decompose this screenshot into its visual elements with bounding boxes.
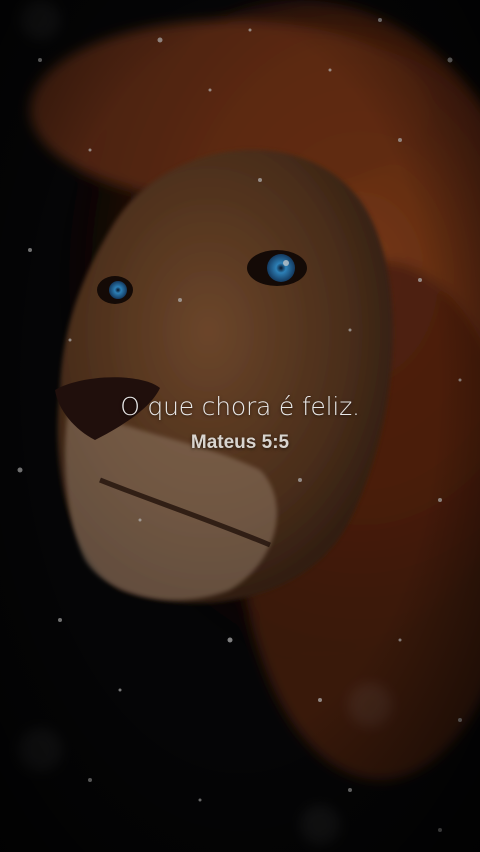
verse-text: O que chora é feliz.	[120, 392, 360, 421]
lion-image	[0, 0, 480, 852]
verse-reference: Mateus 5:5	[190, 432, 290, 453]
wallpaper-screen: O que chora é feliz. Mateus 5:5	[0, 0, 480, 852]
